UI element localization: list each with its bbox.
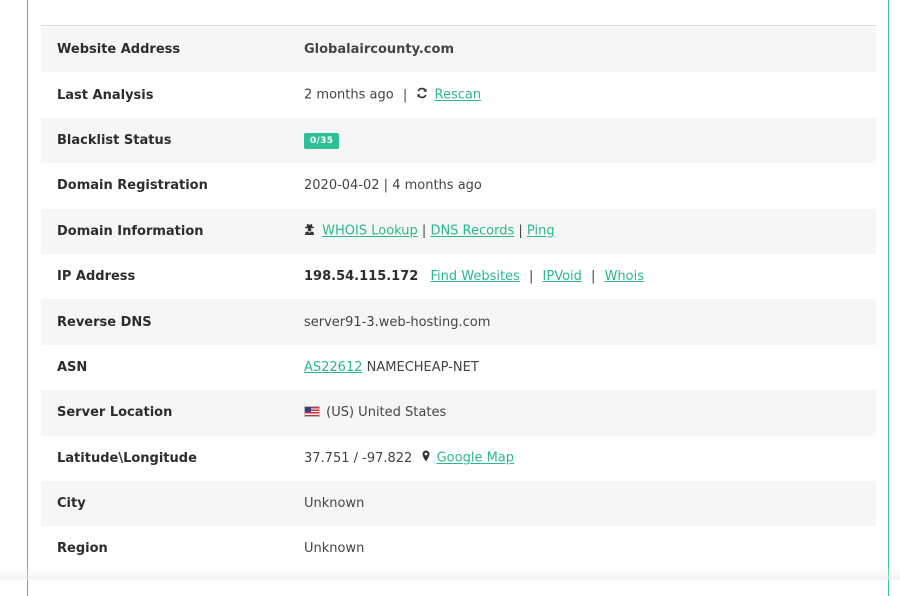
asn-name: NAMECHEAP-NET: [366, 359, 479, 375]
row-label: Latitude\Longitude: [57, 450, 197, 466]
map-marker-icon: [422, 450, 430, 466]
analysis-table: Website Address Globalaircounty.com Last…: [41, 27, 876, 572]
dns-records-link[interactable]: DNS Records: [430, 224, 514, 239]
us-flag-icon: [304, 406, 320, 418]
ping-link[interactable]: Ping: [527, 224, 555, 239]
asn-value: AS22612 NAMECHEAP-NET: [304, 345, 876, 390]
ip-address-text: 198.54.115.172: [304, 269, 419, 285]
row-label: Server Location: [57, 405, 173, 421]
table-row-last-analysis: Last Analysis 2 months ago | Rescan: [41, 72, 876, 117]
separator: |: [421, 223, 427, 239]
row-label: Domain Information: [57, 223, 204, 239]
table-row-server-location: Server Location (US) United States: [41, 390, 876, 436]
row-label: Website Address: [57, 42, 181, 58]
table-row-lat-long: Latitude\Longitude 37.751 / -97.822 Goog…: [41, 436, 876, 481]
user-secret-icon: [304, 223, 315, 239]
reverse-dns-value: server91-3.web-hosting.com: [304, 314, 491, 330]
server-location-value: (US) United States: [304, 390, 876, 435]
last-analysis-time: 2 months ago: [304, 87, 394, 103]
table-row-domain-information: Domain Information WHOIS Lookup | DNS Re…: [41, 208, 876, 254]
blacklist-status-value: 0/35: [304, 118, 876, 163]
row-label: ASN: [57, 359, 88, 375]
domain-information-value: WHOIS Lookup | DNS Records | Ping: [304, 209, 876, 254]
lat-long-text: 37.751 / -97.822: [304, 450, 413, 466]
row-label: Last Analysis: [57, 87, 154, 103]
row-label: Reverse DNS: [57, 314, 152, 330]
server-location-text: (US) United States: [326, 405, 447, 421]
table-row-city: City Unknown: [41, 480, 876, 527]
table-row-blacklist-status: Blacklist Status 0/35: [41, 117, 876, 164]
row-label: City: [57, 496, 86, 512]
ipvoid-link[interactable]: IPVoid: [543, 269, 582, 284]
last-analysis-value: 2 months ago | Rescan: [304, 72, 876, 117]
city-value: Unknown: [304, 496, 365, 512]
separator: |: [402, 87, 408, 103]
refresh-icon[interactable]: [416, 87, 428, 103]
whois-lookup-link[interactable]: WHOIS Lookup: [322, 224, 418, 239]
rescan-link[interactable]: Rescan: [435, 88, 482, 103]
table-row-asn: ASN AS22612 NAMECHEAP-NET: [41, 345, 876, 390]
separator: |: [528, 269, 534, 285]
whois-link[interactable]: Whois: [605, 269, 644, 284]
google-map-link[interactable]: Google Map: [437, 451, 514, 466]
bottom-shade: [0, 565, 900, 580]
ip-address-value: 198.54.115.172 Find Websites | IPVoid | …: [304, 254, 876, 299]
separator: |: [591, 269, 596, 285]
row-label: Blacklist Status: [57, 132, 172, 148]
blacklist-badge: 0/35: [304, 132, 340, 149]
table-row-domain-registration: Domain Registration 2020-04-02 | 4 month…: [41, 163, 876, 208]
row-label: IP Address: [57, 269, 136, 285]
table-row-reverse-dns: Reverse DNS server91-3.web-hosting.com: [41, 299, 876, 345]
separator: |: [518, 223, 523, 239]
table-row-ip-address: IP Address 198.54.115.172 Find Websites …: [41, 254, 876, 299]
lat-long-value: 37.751 / -97.822 Google Map: [304, 436, 876, 481]
top-divider: [41, 25, 876, 26]
asn-link[interactable]: AS22612: [304, 360, 363, 375]
row-label: Domain Registration: [57, 178, 208, 194]
table-row-website-address: Website Address Globalaircounty.com: [41, 27, 876, 73]
find-websites-link[interactable]: Find Websites: [430, 269, 519, 284]
domain-registration-value: 2020-04-02 | 4 months ago: [304, 178, 482, 194]
website-address-value: Globalaircounty.com: [304, 42, 454, 58]
